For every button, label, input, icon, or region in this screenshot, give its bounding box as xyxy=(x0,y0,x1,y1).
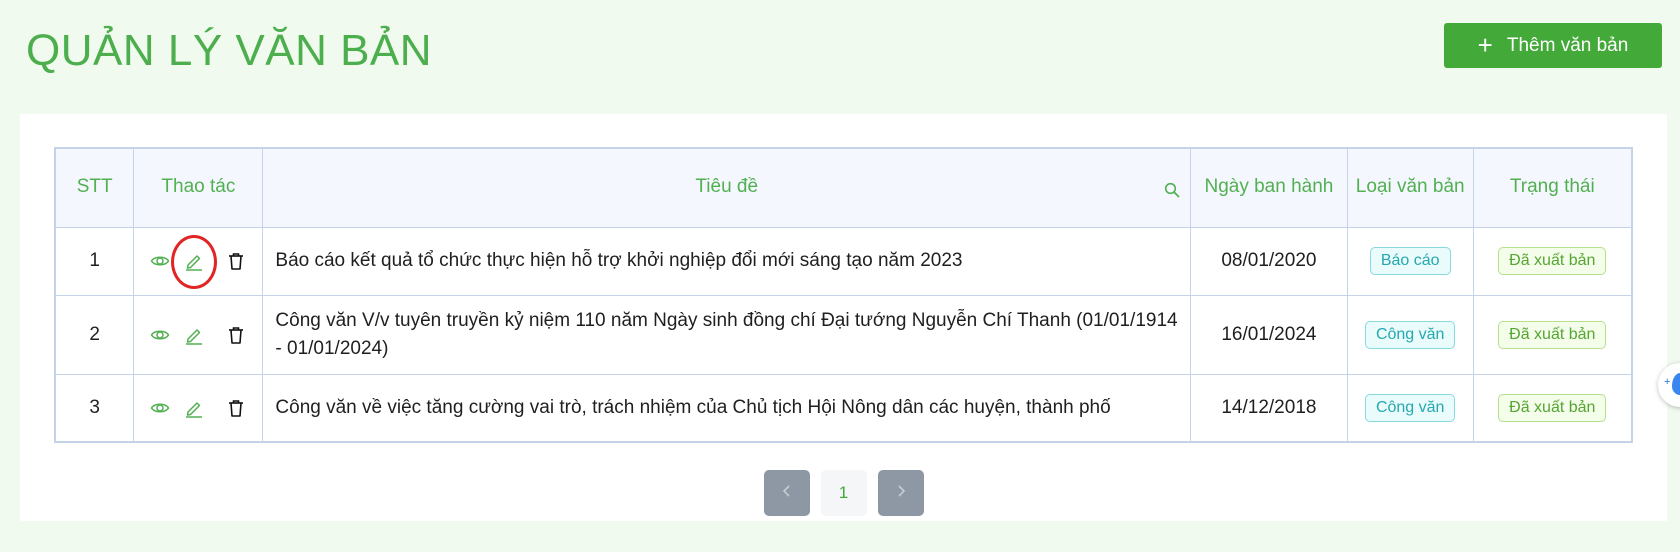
status-badge: Đã xuất bản xyxy=(1498,320,1607,349)
row-stt: 2 xyxy=(54,294,135,375)
column-header-status: Trạng thái xyxy=(1472,147,1633,228)
eye-icon[interactable] xyxy=(150,398,170,418)
column-header-date: Ngày ban hành xyxy=(1190,147,1348,228)
row-title[interactable]: Công văn về việc tăng cường vai trò, trá… xyxy=(262,373,1192,443)
document-table: STT Thao tác Tiêu đề Ngày ban hành Loại … xyxy=(54,147,1633,443)
type-badge: Công văn xyxy=(1364,320,1456,349)
chevron-left-icon xyxy=(780,484,794,503)
row-status: Đã xuất bản xyxy=(1472,373,1633,443)
pencil-icon[interactable] xyxy=(184,398,204,418)
row-stt: 1 xyxy=(54,226,135,296)
table-row: 2 Công văn V/v tuyên truyền kỷ niệm 110 … xyxy=(54,294,1633,375)
row-stt: 3 xyxy=(54,373,135,443)
column-header-actions: Thao tác xyxy=(133,147,264,228)
page-title: QUẢN LÝ VĂN BẢN xyxy=(26,26,433,75)
pencil-icon[interactable] xyxy=(171,235,218,289)
column-header-title-label: Tiêu đề xyxy=(695,176,759,198)
type-badge: Công văn xyxy=(1364,393,1456,422)
pencil-icon[interactable] xyxy=(184,325,204,345)
document-list-card: STT Thao tác Tiêu đề Ngày ban hành Loại … xyxy=(20,114,1667,521)
row-date: 16/01/2024 xyxy=(1190,294,1348,375)
row-status: Đã xuất bản xyxy=(1472,226,1633,296)
pagination: 1 xyxy=(20,470,1667,516)
status-badge: Đã xuất bản xyxy=(1498,247,1607,275)
type-badge: Báo cáo xyxy=(1369,247,1451,275)
add-document-label: Thêm văn bản xyxy=(1506,34,1629,56)
next-page-button[interactable] xyxy=(877,470,924,516)
row-date: 08/01/2020 xyxy=(1190,226,1348,296)
row-type: Báo cáo xyxy=(1346,226,1474,296)
row-actions xyxy=(133,226,264,296)
row-date: 14/12/2018 xyxy=(1190,373,1348,443)
highlight-circle xyxy=(171,235,218,289)
search-icon[interactable] xyxy=(1164,180,1180,198)
column-header-stt: STT xyxy=(54,147,135,228)
chevron-right-icon xyxy=(894,484,908,503)
column-header-title: Tiêu đề xyxy=(262,147,1192,228)
row-status: Đã xuất bản xyxy=(1472,294,1633,375)
row-title[interactable]: Báo cáo kết quả tổ chức thực hiện hỗ trợ… xyxy=(262,226,1192,296)
column-header-type: Loại văn bản xyxy=(1346,147,1474,228)
prev-page-button[interactable] xyxy=(763,470,810,516)
row-title[interactable]: Công văn V/v tuyên truyền kỷ niệm 110 nă… xyxy=(262,294,1192,375)
trash-icon[interactable] xyxy=(226,251,246,271)
eye-icon[interactable] xyxy=(150,251,170,271)
trash-icon[interactable] xyxy=(226,325,246,345)
status-badge: Đã xuất bản xyxy=(1498,393,1607,422)
row-type: Công văn xyxy=(1346,373,1474,443)
page-number-button[interactable]: 1 xyxy=(820,470,867,516)
plus-icon: + xyxy=(1477,29,1493,60)
row-actions xyxy=(133,294,264,375)
row-type: Công văn xyxy=(1346,294,1474,375)
row-actions xyxy=(133,373,264,443)
trash-icon[interactable] xyxy=(226,398,246,418)
table-row: 1 Báo cáo kết quả tổ chức thực hiện hỗ t… xyxy=(54,226,1633,296)
eye-icon[interactable] xyxy=(150,325,170,345)
table-row: 3 Công văn về việc tăng cường vai trò, t… xyxy=(54,373,1633,443)
table-header-row: STT Thao tác Tiêu đề Ngày ban hành Loại … xyxy=(54,147,1633,228)
fab-plus-icon: + xyxy=(1664,376,1671,388)
droplet-icon xyxy=(1672,373,1680,395)
add-document-button[interactable]: + Thêm văn bản xyxy=(1444,23,1662,68)
